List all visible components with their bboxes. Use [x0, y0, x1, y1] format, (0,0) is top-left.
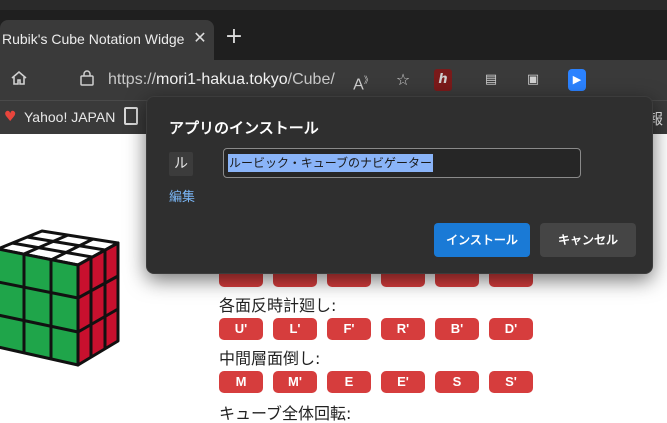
- notation-button-u-prime[interactable]: U': [219, 318, 263, 340]
- edit-link[interactable]: 編集: [169, 186, 195, 205]
- extension-translate-icon[interactable]: ▤: [480, 69, 502, 91]
- notation-button-m[interactable]: M: [219, 371, 263, 393]
- url-host: mori1-hakua.tokyo: [156, 71, 288, 88]
- address-bar: https://mori1-hakua.tokyo/Cube/ A》 ☆ h ▤…: [0, 60, 667, 100]
- section-label-middle: 中間層面倒し:: [219, 349, 321, 368]
- read-aloud-icon[interactable]: A》: [352, 69, 374, 93]
- tab-title: Rubik's Cube Notation Widge: [2, 31, 184, 47]
- extension-document-icon[interactable]: ▣: [522, 69, 544, 91]
- notation-button-e[interactable]: E: [327, 371, 371, 393]
- new-tab-button[interactable]: +: [222, 26, 246, 50]
- notation-button-l-prime[interactable]: L': [273, 318, 317, 340]
- url-field[interactable]: https://mori1-hakua.tokyo/Cube/: [108, 69, 335, 91]
- install-app-dialog: アプリのインストール ル ルービック・キューブのナビゲーター 編集 インストール…: [146, 96, 653, 274]
- url-scheme: https://: [108, 71, 157, 88]
- notation-button-s[interactable]: S: [435, 371, 479, 393]
- notation-button-f-prime[interactable]: F': [327, 318, 371, 340]
- notation-button-s-prime[interactable]: S': [489, 371, 533, 393]
- install-button[interactable]: インストール: [434, 223, 530, 257]
- app-icon: ル: [169, 152, 193, 176]
- notation-button-e-prime[interactable]: E': [381, 371, 425, 393]
- browser-tab[interactable]: Rubik's Cube Notation Widge ✕: [0, 20, 214, 60]
- section-label-counterclockwise: 各面反時計廻し:: [219, 296, 337, 315]
- rubiks-cube-illustration: [0, 229, 120, 367]
- app-name-selected-text: ルービック・キューブのナビゲーター: [228, 154, 434, 172]
- extension-zoom-icon[interactable]: ▶: [568, 69, 586, 91]
- site-info-icon[interactable]: [76, 69, 98, 91]
- home-icon[interactable]: [8, 69, 30, 91]
- cancel-button[interactable]: キャンセル: [540, 223, 636, 257]
- notation-button-m-prime[interactable]: M': [273, 371, 317, 393]
- section-label-rotation: キューブ全体回転:: [219, 404, 352, 423]
- heart-icon: ♥: [4, 109, 17, 125]
- notation-button-d-prime[interactable]: D': [489, 318, 533, 340]
- app-name-input[interactable]: ルービック・キューブのナビゲーター: [223, 148, 581, 178]
- notation-button-b-prime[interactable]: B': [435, 318, 479, 340]
- bookmark-document-icon[interactable]: [124, 107, 138, 125]
- window-top-strip: [0, 0, 667, 10]
- tab-close-icon[interactable]: ✕: [190, 28, 210, 50]
- counterclockwise-button-row: U' L' F' R' B' D': [219, 318, 533, 340]
- bookmark-yahoo-japan[interactable]: Yahoo! JAPAN: [24, 109, 115, 125]
- tab-strip: Rubik's Cube Notation Widge ✕ +: [0, 0, 667, 60]
- url-path: /Cube/: [287, 71, 335, 88]
- middle-button-row: M M' E E' S S': [219, 371, 533, 393]
- notation-button-r-prime[interactable]: R': [381, 318, 425, 340]
- add-favorite-icon[interactable]: ☆: [392, 69, 414, 91]
- extension-h-icon[interactable]: h: [434, 69, 452, 91]
- dialog-title: アプリのインストール: [169, 119, 319, 137]
